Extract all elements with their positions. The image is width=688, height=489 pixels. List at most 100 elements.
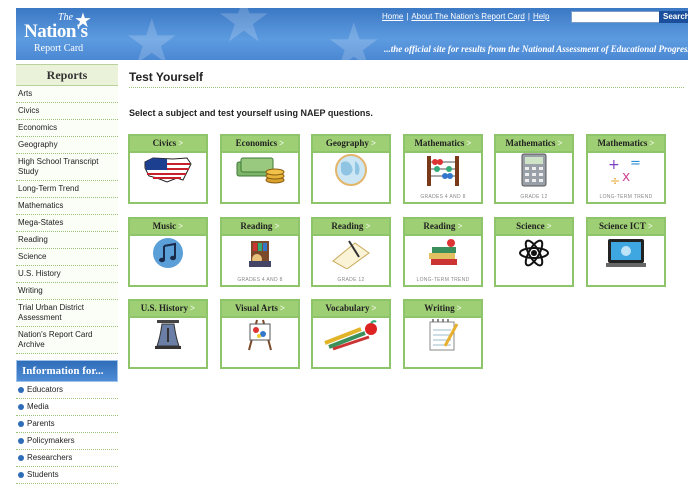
tile-mathematics-4-8[interactable]: Mathematics > GRADES 4 AND 8 (403, 134, 483, 204)
tile-mathematics-ltt[interactable]: Mathematics > + x = ÷ LONG-TERM TREND (586, 134, 666, 204)
title-divider (129, 87, 684, 88)
sidebar-item-economics[interactable]: Economics (16, 120, 118, 137)
search-input[interactable] (571, 11, 661, 23)
tile-subtitle: GRADES 4 AND 8 (420, 194, 466, 200)
sidebar-item-reading[interactable]: Reading (16, 232, 118, 249)
math-symbols-icon: + x = ÷ (588, 152, 664, 188)
info-item-label: Students (27, 470, 59, 479)
page-title: Test Yourself (129, 70, 204, 84)
globe-icon (313, 152, 389, 188)
sidebar-item-long-term-trend[interactable]: Long-Term Trend (16, 181, 118, 198)
sidebar-item-archive[interactable]: Nation's Report Card Archive (16, 327, 118, 354)
us-map-icon (130, 152, 206, 188)
tile-geography[interactable]: Geography > (311, 134, 391, 204)
tile-label: Reading (240, 221, 273, 231)
tile-subtitle: LONG-TERM TREND (416, 277, 470, 283)
svg-text:+: + (608, 157, 620, 173)
svg-text:÷: ÷ (610, 174, 620, 187)
bullet-icon (18, 420, 24, 427)
bullet-icon (18, 471, 24, 478)
bullet-icon (18, 454, 24, 461)
logo-nations: Nation's (24, 21, 88, 42)
computer-icon (588, 235, 664, 271)
tile-subtitle: GRADE 12 (337, 277, 365, 283)
tile-label: Science (516, 221, 545, 231)
info-item-label: Policymakers (27, 436, 75, 445)
tile-label: U.S. History (140, 303, 189, 313)
tile-science-ict[interactable]: Science ICT > (586, 217, 666, 287)
tile-label: Civics (152, 138, 177, 148)
info-item-students[interactable]: Students (16, 467, 118, 484)
sidebar-item-transcript-study[interactable]: High School Transcript Study (16, 154, 118, 181)
tile-civics[interactable]: Civics > (128, 134, 208, 204)
logo-report-card: Report Card (34, 43, 84, 54)
tile-reading-4-8[interactable]: Reading > GRADES 4 AND 8 (220, 217, 300, 287)
home-link[interactable]: Home (382, 12, 403, 21)
tile-mathematics-12[interactable]: Mathematics > GRADE 12 (494, 134, 574, 204)
tile-subtitle: LONG-TERM TREND (599, 194, 653, 200)
tile-us-history[interactable]: U.S. History > (128, 299, 208, 369)
sidebar-item-arts[interactable]: Arts (16, 86, 118, 103)
sidebar-item-us-history[interactable]: U.S. History (16, 266, 118, 283)
info-item-educators[interactable]: Educators (16, 382, 118, 399)
music-note-icon (130, 235, 206, 271)
tile-label: Reading (331, 221, 364, 231)
tile-visual-arts[interactable]: Visual Arts > (220, 299, 300, 369)
liberty-bell-icon (130, 317, 206, 353)
sidebar-item-tuda[interactable]: Trial Urban District Assessment (16, 300, 118, 327)
tile-label: Writing (424, 303, 455, 313)
tile-science[interactable]: Science > (494, 217, 574, 287)
tile-label: Vocabulary (325, 303, 370, 313)
tile-label: Visual Arts (234, 303, 278, 313)
decorative-star: ★ (124, 8, 180, 61)
tile-writing[interactable]: Writing > (403, 299, 483, 369)
intro-text: Select a subject and test yourself using… (129, 108, 373, 118)
tile-label: Science ICT (599, 221, 646, 231)
site-tagline: ...the official site for results from th… (384, 44, 688, 54)
book-stack-icon (405, 235, 481, 271)
tile-label: Mathematics (597, 138, 648, 148)
about-link[interactable]: About The Nation's Report Card (411, 12, 524, 21)
sidebar-item-mathematics[interactable]: Mathematics (16, 198, 118, 215)
information-for-heading: Information for... (16, 360, 118, 382)
sidebar-item-geography[interactable]: Geography (16, 137, 118, 154)
search-button[interactable]: Search (659, 11, 688, 23)
info-item-media[interactable]: Media (16, 399, 118, 416)
sidebar-item-mega-states[interactable]: Mega-States (16, 215, 118, 232)
reader-icon (222, 235, 298, 271)
decorative-star: ★ (216, 8, 272, 55)
info-item-researchers[interactable]: Researchers (16, 450, 118, 467)
bullet-icon (18, 437, 24, 444)
info-item-policymakers[interactable]: Policymakers (16, 433, 118, 450)
help-link[interactable]: Help (533, 12, 549, 21)
tile-label: Reading (423, 221, 456, 231)
paint-easel-icon (222, 317, 298, 353)
tile-economics[interactable]: Economics > (220, 134, 300, 204)
sidebar-item-writing[interactable]: Writing (16, 283, 118, 300)
info-item-parents[interactable]: Parents (16, 416, 118, 433)
paper-pen-icon (313, 235, 389, 271)
tile-reading-ltt[interactable]: Reading > LONG-TERM TREND (403, 217, 483, 287)
bullet-icon (18, 403, 24, 410)
top-links: Home | About The Nation's Report Card | Help (382, 12, 550, 21)
info-item-label: Parents (27, 419, 55, 428)
tile-music[interactable]: Music > (128, 217, 208, 287)
sidebar-item-civics[interactable]: Civics (16, 103, 118, 120)
sidebar-item-science[interactable]: Science (16, 249, 118, 266)
bullet-icon (18, 386, 24, 393)
site-logo[interactable]: The ★ Nation's Report Card (20, 10, 106, 58)
tile-label: Geography (325, 138, 369, 148)
tile-reading-12[interactable]: Reading > GRADE 12 (311, 217, 391, 287)
decorative-star: ★ (326, 12, 382, 61)
calculator-icon (496, 152, 572, 188)
tile-subtitle: GRADE 12 (520, 194, 548, 200)
sidebar: Reports Arts Civics Economics Geography … (16, 64, 118, 484)
svg-text:x: x (622, 169, 630, 185)
info-item-label: Educators (27, 385, 64, 394)
school-supplies-icon (313, 317, 389, 353)
tile-vocabulary[interactable]: Vocabulary > (311, 299, 391, 369)
tile-label: Economics (235, 138, 278, 148)
site-header: ★ ★ ★ The ★ Nation's Report Card Home | Ab… (16, 8, 688, 60)
info-item-label: Researchers (27, 453, 73, 462)
tile-label: Mathematics (414, 138, 465, 148)
